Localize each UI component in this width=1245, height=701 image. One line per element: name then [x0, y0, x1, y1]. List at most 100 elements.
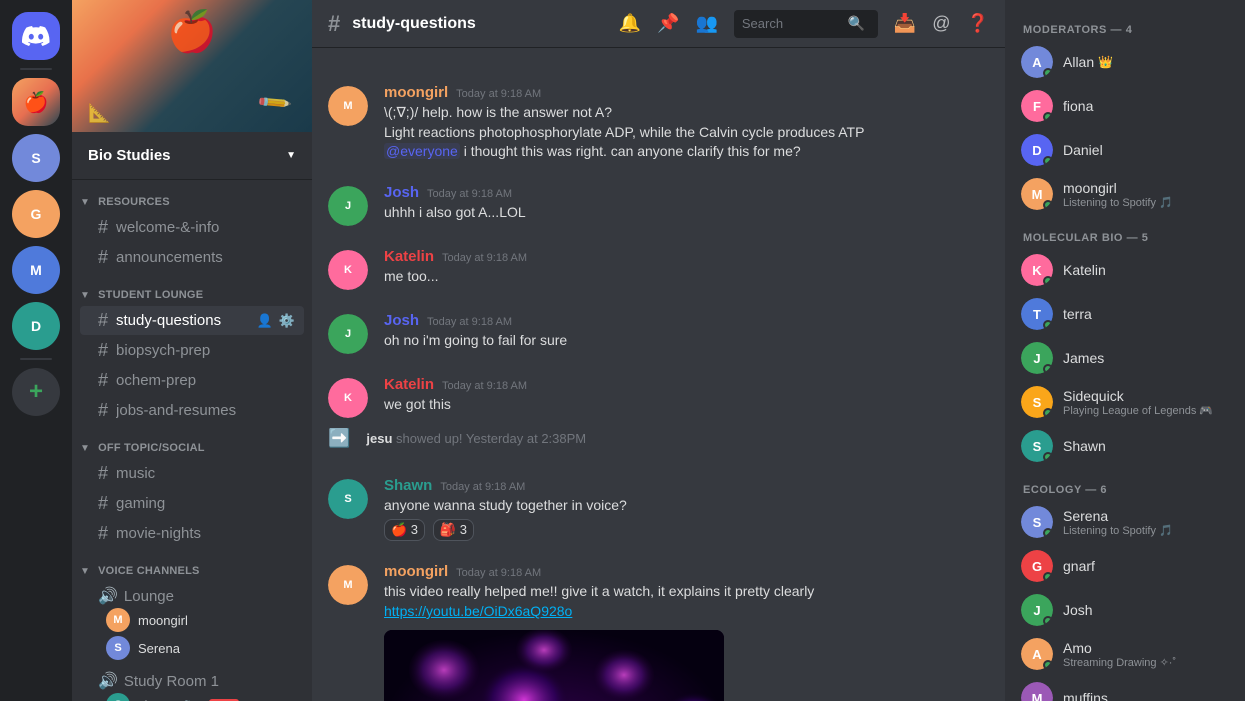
server-icon-4[interactable]: M	[12, 246, 60, 294]
avatar: T	[1021, 298, 1053, 330]
pin-icon[interactable]: 📌	[657, 13, 679, 34]
message-header: moongirl Today at 9:18 AM	[384, 563, 989, 580]
search-box[interactable]: 🔍	[734, 10, 878, 38]
member-daniel[interactable]: D Daniel	[1013, 128, 1237, 172]
channel-header-name: study-questions	[352, 15, 476, 33]
member-name: Allan 👑	[1063, 54, 1229, 70]
discord-home-icon[interactable]	[12, 12, 60, 60]
reaction-apple[interactable]: 🍎 3	[384, 519, 425, 541]
server-icon-bio-studies[interactable]: 🍎	[12, 78, 60, 126]
message-row: K Katelin Today at 9:18 AM we got this	[312, 372, 1005, 420]
add-member-icon[interactable]: 👤	[256, 312, 274, 330]
member-gnarf[interactable]: G gnarf	[1013, 544, 1237, 588]
avatar: S	[1021, 506, 1053, 538]
message-text: me too...	[384, 267, 989, 287]
avatar: M	[328, 565, 368, 605]
member-name: Serena	[1063, 508, 1229, 524]
members-icon[interactable]: 👥	[695, 13, 717, 34]
help-icon[interactable]: ❓	[967, 13, 989, 34]
channel-study-questions[interactable]: # study-questions 👤 ⚙️	[80, 306, 304, 335]
header-actions: 🔔 📌 👥 🔍 📥 @ ❓	[619, 10, 989, 38]
member-josh[interactable]: J Josh	[1013, 588, 1237, 632]
message-author: moongirl	[384, 84, 448, 101]
avatar: S	[1021, 430, 1053, 462]
avatar: J	[1021, 342, 1053, 374]
channel-gaming[interactable]: # gaming	[80, 489, 304, 518]
voice-channel-study-room-1[interactable]: 🔊 Study Room 1 S shawn 📷 LIVE T terra	[80, 667, 304, 701]
message-timestamp: Today at 9:18 AM	[442, 380, 527, 392]
channel-announcements[interactable]: # announcements	[80, 243, 304, 272]
server-icon-2[interactable]: S	[12, 134, 60, 182]
avatar: D	[1021, 134, 1053, 166]
members-category-ecology: ECOLOGY — 6	[1013, 476, 1237, 500]
server-icon-5[interactable]: D	[12, 302, 60, 350]
category-resources[interactable]: ▼ RESOURCES	[72, 180, 312, 212]
member-info: muffins	[1063, 690, 1229, 701]
category-voice-channels[interactable]: ▼ VOICE CHANNELS	[72, 549, 312, 581]
server-bar: 🍎 S G M D +	[0, 0, 72, 701]
avatar: F	[1021, 90, 1053, 122]
channel-ochem-prep[interactable]: # ochem-prep	[80, 366, 304, 395]
channel-jobs-and-resumes[interactable]: # jobs-and-resumes	[80, 396, 304, 425]
message-text: \(;∇;)/ help. how is the answer not A?	[384, 103, 989, 123]
settings-icon[interactable]: ⚙️	[278, 312, 296, 330]
video-link[interactable]: https://youtu.be/OiDx6aQ928o	[384, 602, 989, 622]
member-james[interactable]: J James	[1013, 336, 1237, 380]
voice-member-serena: S Serena	[106, 634, 296, 662]
message-header: Josh Today at 9:18 AM	[384, 312, 989, 329]
channel-welcome[interactable]: # welcome-&-info	[80, 213, 304, 242]
member-status: Streaming Drawing ✧·˚	[1063, 656, 1229, 669]
search-input[interactable]	[742, 16, 842, 31]
server-header-chevron: ▼	[286, 150, 296, 161]
member-amo[interactable]: A Amo Streaming Drawing ✧·˚	[1013, 632, 1237, 676]
message-content: Josh Today at 9:18 AM oh no i'm going to…	[384, 312, 989, 354]
member-moongirl[interactable]: M moongirl Listening to Spotify 🎵	[1013, 172, 1237, 216]
message-content: Katelin Today at 9:18 AM we got this	[384, 376, 989, 418]
member-name: James	[1063, 350, 1229, 366]
reaction-backpack[interactable]: 🎒 3	[433, 519, 474, 541]
server-header[interactable]: Bio Studies ▼	[72, 132, 312, 180]
member-muffins[interactable]: M muffins	[1013, 676, 1237, 701]
message-author: moongirl	[384, 563, 448, 580]
member-name: gnarf	[1063, 558, 1229, 574]
member-terra[interactable]: T terra	[1013, 292, 1237, 336]
message-author: Josh	[384, 312, 419, 329]
member-fiona[interactable]: F fiona	[1013, 84, 1237, 128]
member-sidequick[interactable]: S Sidequick Playing League of Legends 🎮	[1013, 380, 1237, 424]
member-allan[interactable]: A Allan 👑	[1013, 40, 1237, 84]
video-embed[interactable]: ▶	[384, 630, 724, 701]
member-shawn[interactable]: S Shawn	[1013, 424, 1237, 468]
voice-channel-lounge[interactable]: 🔊 Lounge M moongirl S Serena	[80, 582, 304, 666]
hash-icon: #	[98, 340, 108, 361]
member-name: fiona	[1063, 98, 1229, 114]
member-katelin[interactable]: K Katelin	[1013, 248, 1237, 292]
bell-icon[interactable]: 🔔	[619, 13, 641, 34]
server-divider	[20, 68, 52, 70]
server-banner: 🍎 ✏️ 📐	[72, 0, 312, 132]
inbox-icon[interactable]: 📥	[894, 13, 916, 34]
avatar: K	[328, 378, 368, 418]
avatar: M	[1021, 178, 1053, 210]
category-off-topic[interactable]: ▼ OFF TOPIC/SOCIAL	[72, 426, 312, 458]
voice-members-lounge: M moongirl S Serena	[98, 606, 296, 662]
channel-biopsych-prep[interactable]: # biopsych-prep	[80, 336, 304, 365]
system-message: ➡️ jesu showed up! Yesterday at 2:38PM	[312, 420, 1005, 457]
member-name: Sidequick	[1063, 388, 1229, 404]
channel-music[interactable]: # music	[80, 459, 304, 488]
at-icon[interactable]: @	[932, 13, 950, 34]
server-icon-3[interactable]: G	[12, 190, 60, 238]
hash-icon: #	[98, 523, 108, 544]
category-student-lounge[interactable]: ▼ STUDENT LOUNGE	[72, 273, 312, 305]
message-text: this video really helped me!! give it a …	[384, 582, 989, 602]
avatar: S	[1021, 386, 1053, 418]
add-server-button[interactable]: +	[12, 368, 60, 416]
channel-movie-nights[interactable]: # movie-nights	[80, 519, 304, 548]
member-serena[interactable]: S Serena Listening to Spotify 🎵	[1013, 500, 1237, 544]
status-indicator	[1043, 320, 1053, 330]
member-info: fiona	[1063, 98, 1229, 114]
avatar: M	[328, 86, 368, 126]
status-indicator	[1043, 112, 1053, 122]
message-author: Katelin	[384, 376, 434, 393]
message-text: oh no i'm going to fail for sure	[384, 331, 989, 351]
member-info: Sidequick Playing League of Legends 🎮	[1063, 388, 1229, 417]
